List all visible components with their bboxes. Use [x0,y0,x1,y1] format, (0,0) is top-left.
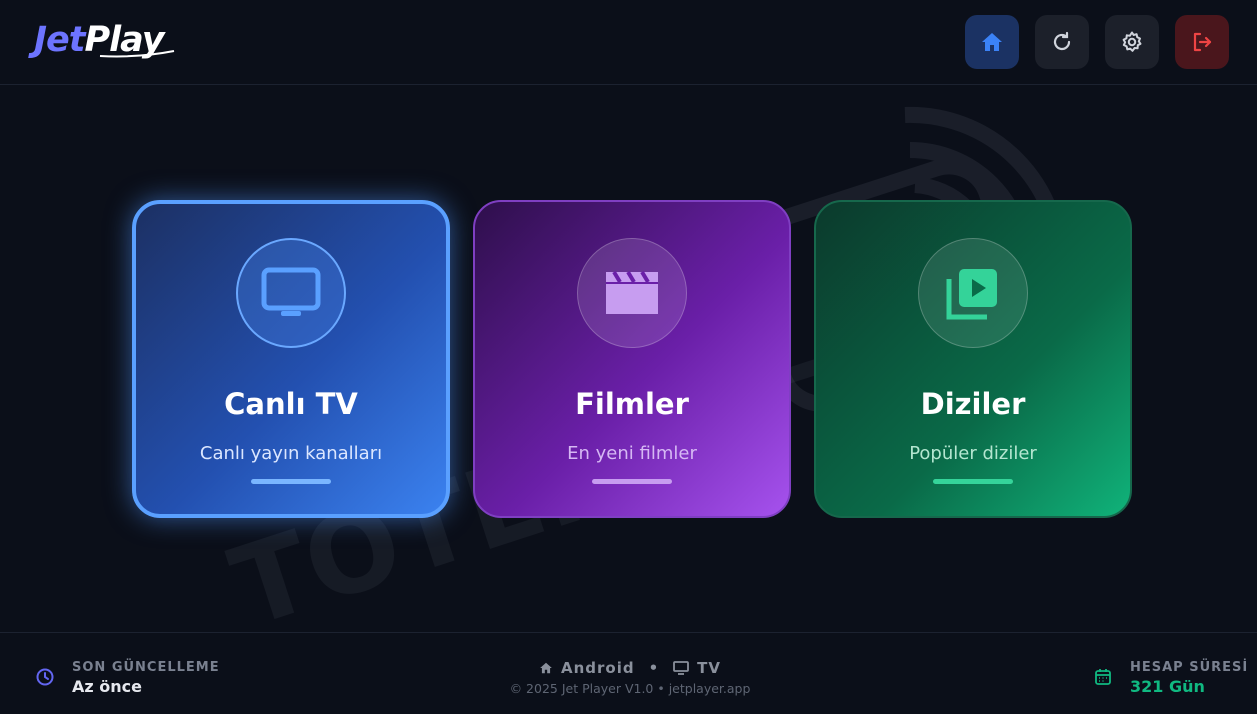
logo-jet: Jet [34,20,85,60]
home-icon [982,33,1002,51]
platform-separator: • [648,659,660,677]
clock-icon [36,668,54,686]
last-update-label: SON GÜNCELLEME [72,660,220,675]
platform-info: Android • TV [460,659,800,677]
platform-tv: TV [697,659,722,677]
clapperboard-icon [606,270,658,314]
home-small-icon [540,662,552,674]
live-tv-card[interactable]: Canlı TV Canlı yayın kanalları [132,200,450,518]
monitor-icon [673,661,690,675]
movies-card[interactable]: Filmler En yeni filmler [473,200,791,518]
live-tv-title: Canlı TV [224,387,358,421]
live-tv-underline [251,479,331,484]
series-card[interactable]: Diziler Popüler diziler [814,200,1132,518]
logout-button[interactable] [1175,15,1229,69]
footer: SON GÜNCELLEME Az önce Android • TV © 20… [0,632,1257,714]
home-button[interactable] [965,15,1019,69]
refresh-icon [1053,31,1071,51]
logout-icon [1193,32,1212,52]
movies-underline [592,479,672,484]
copyright: © 2025 Jet Player V1.0 • jetplayer.app [509,681,751,696]
settings-button[interactable] [1105,15,1159,69]
tv-icon [261,267,321,316]
live-tv-icon-circle [236,238,346,348]
movies-title: Filmler [575,387,689,421]
series-underline [933,479,1013,484]
movies-icon-circle [577,238,687,348]
calendar-icon [1095,669,1111,685]
video-library-icon [946,269,997,320]
refresh-button[interactable] [1035,15,1089,69]
series-icon-circle [918,238,1028,348]
series-title: Diziler [920,387,1026,421]
series-subtitle: Popüler diziler [909,443,1037,464]
gear-icon [1122,31,1142,52]
movies-subtitle: En yeni filmler [567,443,697,464]
live-tv-subtitle: Canlı yayın kanalları [199,443,383,464]
logo-swoosh [99,50,175,58]
account-label: HESAP SÜRESİ [1130,660,1249,675]
account-value: 321 Gün [1130,677,1205,696]
platform-android: Android [560,659,635,677]
last-update-value: Az önce [72,677,142,696]
header: JetPlay [0,0,1257,85]
